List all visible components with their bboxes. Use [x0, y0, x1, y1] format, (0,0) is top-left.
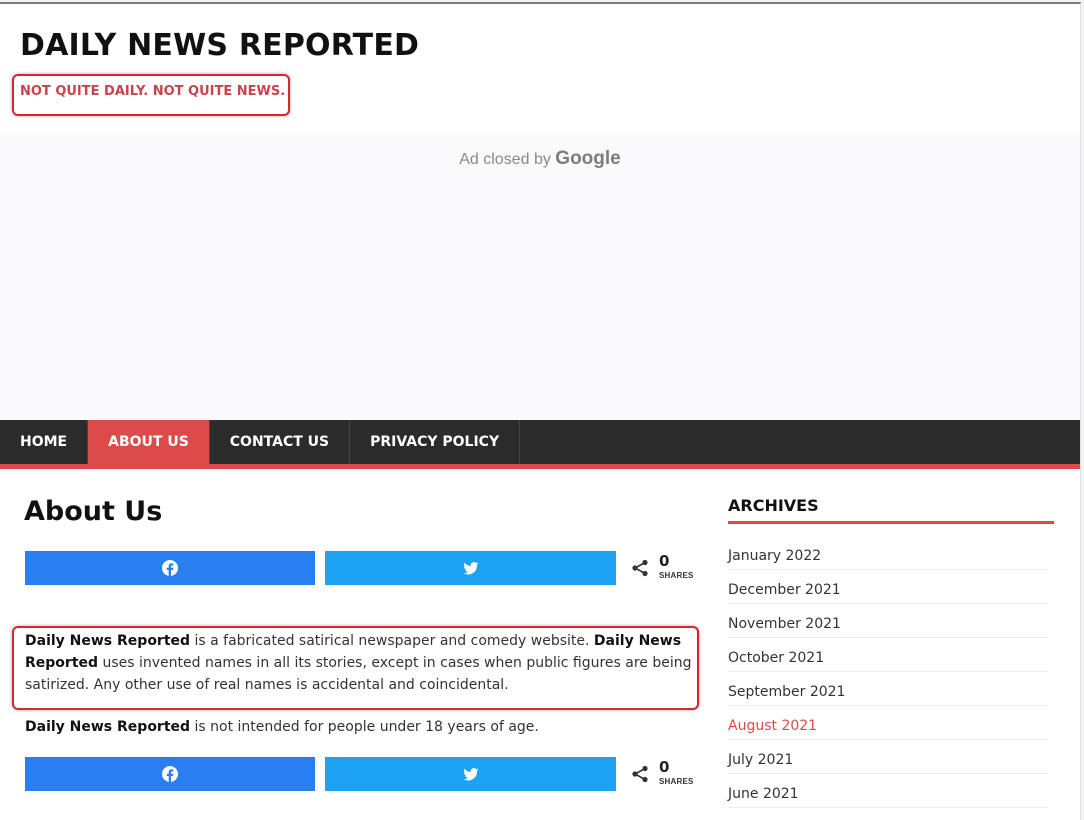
archive-link-january-2022[interactable]: January 2022: [728, 536, 1048, 570]
nav-item-privacy-policy[interactable]: PRIVACY POLICY: [350, 420, 521, 464]
twitter-icon: [463, 768, 478, 781]
share-count-label: SHARES: [659, 777, 694, 786]
about-paragraph-2: Daily News Reported is not intended for …: [25, 716, 705, 738]
nav-item-home[interactable]: HOME: [0, 420, 89, 464]
share-count-label: SHARES: [659, 571, 694, 580]
archives-title: ARCHIVES: [728, 496, 819, 515]
facebook-icon: [162, 560, 178, 576]
archive-link-december-2021[interactable]: December 2021: [728, 570, 1048, 604]
share-counter: 0 SHARES: [631, 758, 701, 791]
twitter-icon: [463, 562, 478, 575]
archive-link-july-2021[interactable]: July 2021: [728, 740, 1048, 774]
share-count-value: 0: [659, 758, 670, 776]
share-counter: 0 SHARES: [631, 552, 701, 585]
ad-closed-text: Ad closed by: [459, 151, 551, 168]
twitter-share-button[interactable]: [325, 757, 616, 791]
brand-name-bold: Daily News Reported: [25, 719, 191, 735]
archive-link-october-2021[interactable]: October 2021: [728, 638, 1048, 672]
archives-title-underline: [728, 521, 1054, 524]
share-bar-bottom: 0 SHARES: [25, 757, 705, 791]
page: DAILY NEWS REPORTED NOT QUITE DAILY. NOT…: [0, 2, 1081, 820]
share-icon: [632, 765, 648, 783]
google-logo: Google: [555, 148, 621, 169]
site-title[interactable]: DAILY NEWS REPORTED: [20, 28, 419, 63]
page-title: About Us: [24, 496, 163, 527]
paragraph-highlight-box: [12, 626, 699, 710]
facebook-share-button[interactable]: [25, 551, 315, 585]
archive-link-september-2021[interactable]: September 2021: [728, 672, 1048, 706]
share-bar-top: 0 SHARES: [25, 551, 705, 585]
archive-link-june-2021[interactable]: June 2021: [728, 774, 1048, 808]
ad-banner: Ad closed by Google: [0, 132, 1080, 422]
nav-item-about-us[interactable]: ABOUT US: [88, 420, 210, 464]
ad-closed-message: Ad closed by Google: [0, 148, 1080, 170]
facebook-share-button[interactable]: [25, 757, 315, 791]
nav-item-contact-us[interactable]: CONTACT US: [210, 420, 351, 464]
archive-link-august-2021[interactable]: August 2021: [728, 706, 1048, 740]
share-icon: [632, 559, 648, 577]
facebook-icon: [162, 766, 178, 782]
paragraph-text: is not intended for people under 18 year…: [190, 719, 539, 735]
archives-list: January 2022 December 2021 November 2021…: [728, 536, 1048, 808]
archive-link-november-2021[interactable]: November 2021: [728, 604, 1048, 638]
share-count-value: 0: [659, 552, 670, 570]
main-nav: HOME ABOUT US CONTACT US PRIVACY POLICY: [0, 420, 1080, 469]
tagline-highlight-box: [12, 74, 290, 116]
twitter-share-button[interactable]: [325, 551, 616, 585]
